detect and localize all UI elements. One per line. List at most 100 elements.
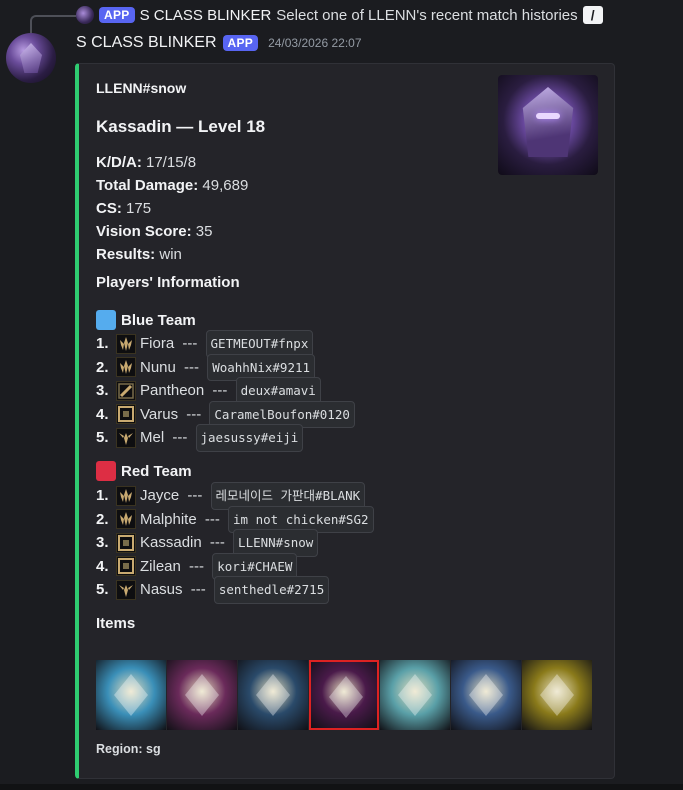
reply-text[interactable]: Select one of LLENN's recent match histo… xyxy=(276,7,577,24)
champion-name: Jayce xyxy=(140,487,180,504)
player-number: 1. xyxy=(96,335,109,352)
item-5-icon[interactable] xyxy=(380,660,450,730)
reply-avatar[interactable] xyxy=(76,6,94,24)
red-square-icon xyxy=(96,461,116,481)
player-row: 4. Zilean --- kori#CHAEW xyxy=(96,552,374,580)
mid-role-icon xyxy=(116,532,136,553)
champion-name: Kassadin xyxy=(140,534,202,551)
player-row: 5. Mel --- jaesussy#eiji xyxy=(96,424,355,452)
player-number: 4. xyxy=(96,405,109,423)
item-1-icon[interactable] xyxy=(96,660,166,730)
embed-author: LLENN#snow xyxy=(96,80,187,96)
separator: --- xyxy=(182,405,206,423)
item-3-icon[interactable] xyxy=(238,660,308,730)
separator: --- xyxy=(183,487,207,504)
reply-app-badge: APP xyxy=(99,7,135,23)
champion-name: Varus xyxy=(140,405,179,423)
player-row: 1. Fiora --- GETMEOUT#fnpx xyxy=(96,330,355,358)
stat-row: Results: win xyxy=(96,243,248,266)
champion-name: Nunu xyxy=(140,358,176,376)
item-6-icon[interactable] xyxy=(451,660,521,730)
item-4-icon[interactable] xyxy=(309,660,379,730)
mid-role-icon xyxy=(116,404,136,425)
separator: --- xyxy=(179,358,204,376)
stat-row: CS: 175 xyxy=(96,197,248,220)
red-team-players: 1. Jayce --- 레모네이드 가판대#BLANK 2. Malphite --… xyxy=(96,482,374,604)
bottom-bar xyxy=(0,784,683,790)
top-role-icon xyxy=(116,485,136,506)
stat-value: 35 xyxy=(191,223,213,240)
avatar[interactable] xyxy=(6,33,56,83)
red-team-label: Red Team xyxy=(121,462,192,480)
player-number: 2. xyxy=(96,510,109,528)
champion-name: Nasus xyxy=(140,581,183,598)
embed-title: Kassadin — Level 18 xyxy=(96,117,266,136)
player-number: 1. xyxy=(96,487,109,504)
champion-thumbnail[interactable] xyxy=(498,75,598,175)
reply-author[interactable]: S CLASS BLINKER xyxy=(140,7,272,24)
slash-command-icon: / xyxy=(582,6,603,24)
support-role-icon xyxy=(116,427,136,448)
jungle-role-icon xyxy=(116,380,136,401)
stat-value: 49,689 xyxy=(198,177,249,194)
player-number: 4. xyxy=(96,557,109,575)
stat-label: Vision Score: xyxy=(96,223,192,240)
separator: --- xyxy=(168,429,192,446)
stat-label: CS: xyxy=(96,200,122,217)
support-role-icon xyxy=(116,579,136,600)
stat-value: 175 xyxy=(121,200,152,217)
mid-role-icon xyxy=(116,556,136,577)
player-row: 1. Jayce --- 레모네이드 가판대#BLANK xyxy=(96,482,374,510)
player-row: 4. Varus --- CaramelBoufon#0120 xyxy=(96,400,355,428)
blue-team-players: 1. Fiora --- GETMEOUT#fnpx 2. Nunu --- Woah… xyxy=(96,330,355,452)
champion-name: Pantheon xyxy=(140,382,205,399)
stats-list: K/D/A: 17/15/8 Total Damage: 49,689 CS: 17… xyxy=(96,151,248,266)
player-row: 2. Malphite --- im not chicken#SG2 xyxy=(96,505,374,533)
separator: --- xyxy=(200,510,225,528)
stat-value: 17/15/8 xyxy=(141,154,197,171)
blue-team-heading: Blue Team xyxy=(96,310,196,330)
timestamp[interactable]: 24/03/2026 22:07 xyxy=(268,36,361,50)
separator: --- xyxy=(178,335,202,352)
blue-team-label: Blue Team xyxy=(121,311,196,329)
top-role-icon xyxy=(116,357,136,378)
player-row: 3. Kassadin --- LLENN#snow xyxy=(96,529,374,557)
player-number: 2. xyxy=(96,358,109,376)
separator: --- xyxy=(208,382,232,399)
riot-id[interactable]: jaesussy#eiji xyxy=(195,424,304,452)
player-row: 5. Nasus --- senthedle#2715 xyxy=(96,576,374,604)
stat-label: K/D/A: xyxy=(96,154,142,171)
champion-name: Zilean xyxy=(140,557,181,575)
player-row: 3. Pantheon --- deux#amavi xyxy=(96,377,355,405)
match-embed: LLENN#snow Kassadin — Level 18 K/D/A: 17… xyxy=(75,63,615,779)
item-2-icon[interactable] xyxy=(167,660,237,730)
reply-preview[interactable]: APP S CLASS BLINKER Select one of LLENN'… xyxy=(30,6,603,24)
app-badge: APP xyxy=(222,35,259,51)
player-number: 5. xyxy=(96,429,109,446)
message-header: S CLASS BLINKER APP 24/03/2026 22:07 xyxy=(76,34,362,52)
stat-row: K/D/A: 17/15/8 xyxy=(96,151,248,174)
stat-value: win xyxy=(155,246,182,263)
stat-row: Total Damage: 49,689 xyxy=(96,174,248,197)
items-heading: Items xyxy=(96,615,136,632)
separator: --- xyxy=(186,581,210,598)
riot-id[interactable]: senthedle#2715 xyxy=(213,576,330,604)
item-7-icon[interactable] xyxy=(522,660,592,730)
red-team-heading: Red Team xyxy=(96,461,192,481)
items-row xyxy=(96,660,592,730)
player-number: 5. xyxy=(96,581,109,598)
champion-name: Fiora xyxy=(140,335,175,352)
separator: --- xyxy=(184,557,209,575)
player-number: 3. xyxy=(96,534,109,551)
champion-name: Malphite xyxy=(140,510,197,528)
embed-footer: Region: sg xyxy=(96,742,161,756)
player-row: 2. Nunu --- WoahhNix#9211 xyxy=(96,353,355,381)
champion-name: Mel xyxy=(140,429,165,446)
message-author[interactable]: S CLASS BLINKER xyxy=(76,34,217,52)
top-role-icon xyxy=(116,509,136,530)
separator: --- xyxy=(205,534,230,551)
player-number: 3. xyxy=(96,382,109,399)
top-role-icon xyxy=(116,333,136,354)
blue-square-icon xyxy=(96,310,116,330)
players-heading: Players' Information xyxy=(96,274,240,291)
